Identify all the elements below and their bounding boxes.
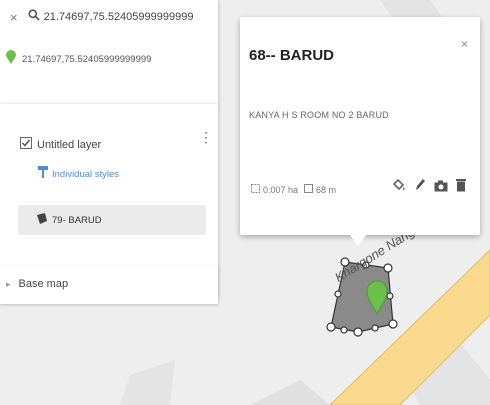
search-result-coords: 21.74697,75.52405999999999 — [22, 54, 152, 65]
close-icon[interactable]: × — [461, 37, 468, 51]
layer-style-link[interactable]: Individual styles — [38, 165, 119, 184]
map-block — [250, 380, 330, 405]
vertex-handle — [334, 290, 342, 298]
trash-icon[interactable] — [456, 178, 466, 197]
layer-name[interactable]: Untitled layer — [37, 139, 101, 151]
area-icon — [251, 184, 260, 195]
basemap-toggle[interactable]: ▸ Base map — [6, 278, 68, 290]
info-popup: 68-- BARUD × KANYA H S ROOM NO 2 BARUD 0… — [240, 17, 480, 235]
popup-measurements: 0.007 ha 68 m — [251, 184, 336, 195]
place-marker-icon — [6, 50, 16, 69]
vertex-handle — [383, 263, 393, 273]
style-label[interactable]: Individual styles — [52, 169, 119, 180]
area-value: 0.007 ha — [263, 184, 299, 195]
search-icon — [27, 8, 40, 26]
popup-actions — [392, 178, 466, 197]
expand-arrow-icon[interactable]: ▸ — [6, 279, 11, 290]
search-row: × 21.74697,75.52405999999999 — [10, 8, 193, 26]
paint-bucket-icon[interactable] — [392, 178, 406, 197]
perimeter-icon — [304, 184, 314, 195]
clear-search-icon[interactable]: × — [10, 10, 18, 25]
perimeter-value: 68 m — [316, 184, 337, 195]
search-query[interactable]: 21.74697,75.52405999999999 — [44, 11, 194, 23]
feature-label: 79- BARUD — [52, 214, 102, 226]
vertex-handle — [386, 292, 394, 300]
popup-title: 68-- BARUD — [249, 47, 335, 64]
layer-feature-item[interactable]: 79- BARUD — [18, 205, 206, 235]
vertex-handle — [371, 324, 379, 332]
vertex-handle — [326, 322, 336, 332]
search-result-item[interactable]: 21.74697,75.52405999999999 — [6, 50, 151, 69]
more-vertical-icon[interactable]: ⋮ — [199, 130, 213, 144]
popup-pointer — [349, 234, 367, 246]
polygon-shape-icon — [36, 211, 47, 229]
layer-header[interactable]: Untitled layer — [20, 136, 101, 154]
vertex-handle — [353, 327, 363, 337]
camera-icon[interactable] — [434, 179, 448, 197]
popup-description: KANYA H S ROOM NO 2 BARUD — [249, 110, 389, 120]
vertex-handle — [388, 319, 398, 329]
pencil-icon[interactable] — [414, 178, 426, 197]
checkbox-checked-icon[interactable] — [20, 136, 32, 154]
basemap-label[interactable]: Base map — [19, 278, 69, 290]
vertex-handle — [340, 326, 348, 334]
search-card: × 21.74697,75.52405999999999 21.74697,75… — [0, 0, 218, 105]
style-brush-icon — [38, 165, 48, 184]
left-panel: × 21.74697,75.52405999999999 21.74697,75… — [0, 0, 218, 405]
